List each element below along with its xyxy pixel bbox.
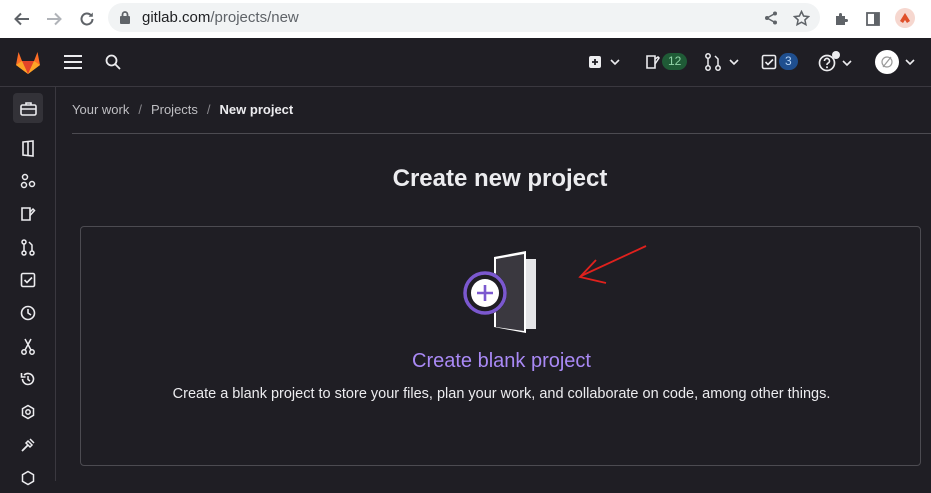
security-icon[interactable] (13, 463, 43, 493)
breadcrumb: Your work / Projects / New project (72, 102, 293, 117)
breadcrumb-separator: / (138, 102, 142, 117)
operations-icon[interactable] (13, 430, 43, 460)
bookmark-star-icon[interactable] (790, 7, 812, 29)
merge-requests-icon[interactable] (13, 232, 43, 262)
environments-icon[interactable] (13, 397, 43, 427)
extensions-icon[interactable] (831, 8, 853, 30)
groups-icon[interactable] (13, 166, 43, 196)
user-avatar[interactable] (874, 49, 920, 75)
todos-icon[interactable] (760, 52, 778, 72)
blank-project-illustration (456, 247, 546, 337)
annotation-arrow-icon (578, 245, 647, 284)
merge-requests-icon[interactable] (703, 52, 741, 72)
create-blank-project-card[interactable]: Create blank project Create a blank proj… (80, 226, 921, 466)
gitlab-logo[interactable] (14, 49, 42, 75)
issues-icon[interactable] (13, 199, 43, 229)
new-plus-icon[interactable] (587, 52, 623, 72)
projects-icon[interactable] (13, 133, 43, 163)
gitlab-top-bar: 12 3 (0, 38, 931, 87)
work-icon[interactable] (13, 93, 43, 123)
forward-arrow-icon[interactable] (43, 8, 65, 30)
sidepanel-icon[interactable] (862, 8, 884, 30)
url-path: /projects/new (210, 9, 299, 26)
breadcrumb-new-project[interactable]: New project (220, 102, 294, 117)
back-arrow-icon[interactable] (11, 8, 33, 30)
reload-icon[interactable] (76, 8, 98, 30)
url-text[interactable]: gitlab.com/projects/new (142, 9, 299, 26)
issues-count-badge: 12 (662, 53, 688, 70)
breadcrumb-projects[interactable]: Projects (151, 102, 198, 117)
menu-icon[interactable] (63, 52, 83, 72)
page-title: Create new project (392, 165, 608, 192)
todos-icon[interactable] (13, 265, 43, 295)
sidebar (0, 87, 56, 486)
profile-icon[interactable] (894, 7, 916, 29)
url-host: gitlab.com (142, 9, 211, 26)
share-icon[interactable] (760, 7, 782, 29)
activity-icon[interactable] (13, 364, 43, 394)
breadcrumb-separator: / (206, 102, 211, 117)
todos-count-badge: 3 (779, 53, 798, 70)
address-bar[interactable]: gitlab.com/projects/new (108, 3, 820, 32)
browser-toolbar: gitlab.com/projects/new (0, 0, 931, 38)
milestones-icon[interactable] (13, 298, 43, 328)
help-icon[interactable] (817, 51, 855, 73)
issues-icon[interactable] (644, 52, 662, 72)
main-content: Your work / Projects / New project Creat… (56, 87, 931, 481)
lock-icon (118, 10, 132, 30)
breadcrumb-divider (72, 133, 931, 134)
breadcrumb-your-work[interactable]: Your work (72, 102, 129, 117)
create-blank-project-description: Create a blank project to store your fil… (172, 386, 831, 402)
create-blank-project-link[interactable]: Create blank project (81, 350, 922, 373)
search-icon[interactable] (103, 52, 123, 72)
snippets-icon[interactable] (13, 331, 43, 361)
